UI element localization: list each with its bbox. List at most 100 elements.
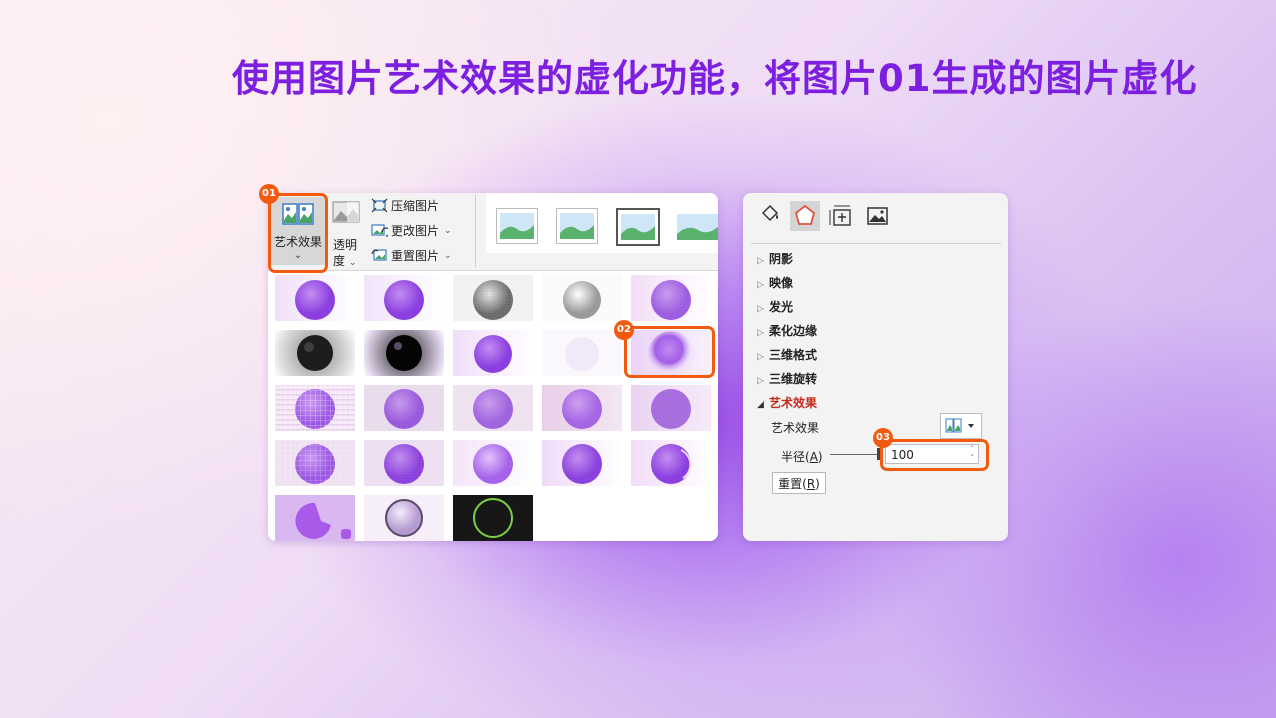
art-effect-cement[interactable] [631,440,711,486]
radius-slider-track[interactable] [830,454,882,455]
expand-triangle-icon: ▷ [757,328,764,338]
size-properties-tab[interactable] [826,201,856,231]
effect-preview [473,444,513,484]
section-shadow[interactable]: ▷ 阴影 [757,250,793,267]
expand-triangle-icon: ▷ [757,280,764,290]
section-3d-format[interactable]: ▷ 三维格式 [757,346,817,363]
art-effect-film-grain[interactable] [542,385,622,431]
collapse-triangle-icon: ◢ [757,400,764,410]
art-effect-crisscross[interactable] [275,440,355,486]
radius-label: 半径(A) [781,450,823,464]
picture-format-ribbon: 艺术效果 ⌄ 透明 度 ⌄ 压缩图片 更改图片 ⌄ 重置图片 ⌄ [268,193,718,271]
effect-preview [384,444,424,484]
effect-preview [385,499,423,537]
art-effect-glass[interactable] [542,440,622,486]
format-picture-pane: ▷ 阴影 ▷ 映像 ▷ 发光 ▷ 柔化边缘 ▷ 三维格式 ▷ 三维旋转 ◢ 艺术效果 艺术效果… [743,193,1008,541]
art-effect-mosaic[interactable] [631,385,711,431]
picture-styles-gallery [486,193,718,253]
effect-preview [474,335,512,373]
chevron-down-icon: ⌄ [444,225,452,236]
picture-style-3[interactable] [616,208,660,246]
picture-style-icon [621,214,655,240]
effect-preview [384,280,424,320]
change-picture-button[interactable]: 更改图片 ⌄ [371,222,452,242]
step-highlight-3 [880,439,989,471]
ribbon-divider [475,195,476,267]
transparency-button[interactable]: 透明 度 ⌄ [329,197,365,268]
section-3d-rotation[interactable]: ▷ 三维旋转 [757,370,817,387]
transparency-label: 透明 [333,238,358,252]
compress-icon [371,198,388,213]
section-reflection[interactable]: ▷ 映像 [757,274,793,291]
art-effects-panel: 艺术效果 ⌄ 透明 度 ⌄ 压缩图片 更改图片 ⌄ 重置图片 ⌄ [268,193,718,541]
art-effect-glow-edges[interactable] [453,495,533,541]
chevron-down-icon: ⌄ [444,250,452,261]
artistic-effect-label: 艺术效果 [771,421,820,435]
reset-picture-button[interactable]: 重置图片 ⌄ [371,247,452,267]
effect-preview [386,335,422,371]
step-badge-3: 03 [873,428,893,448]
art-effect-none[interactable] [275,275,355,321]
effect-preview [473,498,513,538]
paint-bucket-icon [761,204,779,222]
effect-preview [565,337,599,371]
art-effect-line-drawing[interactable] [631,275,711,321]
art-effect-pencil-sketch[interactable] [542,275,622,321]
art-effect-cutout[interactable] [453,385,533,431]
effect-preview [297,335,333,371]
art-effect-marker[interactable] [364,275,444,321]
art-effect-pastels[interactable] [364,495,444,541]
effects-tab[interactable] [790,201,820,231]
picture-style-icon [677,214,718,240]
fill-line-tab[interactable] [755,201,785,231]
art-effect-photocopy[interactable] [275,495,355,541]
effect-preview [384,389,424,429]
art-effects-icon [945,418,974,433]
effect-preview [563,281,601,319]
art-effect-watercolor[interactable] [364,385,444,431]
art-effects-gallery [272,273,714,541]
step-badge-2: 02 [614,320,634,340]
effect-preview [275,440,355,486]
picture-icon [867,207,888,225]
reset-picture-icon [371,249,387,261]
art-effect-light-screen[interactable] [275,385,355,431]
picture-style-4[interactable] [674,208,718,242]
effect-preview [295,280,335,320]
picture-style-icon [560,213,594,239]
step-highlight-2 [624,326,715,378]
art-effect-texturizer[interactable] [364,440,444,486]
effect-preview [295,502,351,539]
section-artistic-effects[interactable]: ◢ 艺术效果 [757,394,817,411]
effect-preview [651,389,691,429]
picture-style-2[interactable] [556,208,598,244]
section-glow[interactable]: ▷ 发光 [757,298,793,315]
art-effect-plastic-wrap[interactable] [453,440,533,486]
art-effect-paint-strokes[interactable] [364,330,444,376]
art-effect-chalk-sketch[interactable] [275,330,355,376]
expand-triangle-icon: ▷ [757,304,764,314]
page-title: 使用图片艺术效果的虚化功能，将图片01生成的图片虚化 [232,57,1198,100]
artistic-effect-dropdown[interactable] [940,413,982,439]
pane-tab-bar [753,201,993,233]
change-picture-icon [371,224,388,237]
picture-style-1[interactable] [496,208,538,244]
effect-preview [275,385,355,431]
step-highlight-1 [268,193,328,273]
expand-triangle-icon: ▷ [757,256,764,266]
compress-pictures-button[interactable]: 压缩图片 [371,197,439,217]
art-effect-pencil-grayscale[interactable] [453,275,533,321]
step-badge-1: 01 [259,184,279,204]
effect-preview [562,389,602,429]
section-soft-edges[interactable]: ▷ 柔化边缘 [757,322,817,339]
effect-preview [562,444,602,484]
expand-triangle-icon: ▷ [757,352,764,362]
expand-triangle-icon: ▷ [757,376,764,386]
art-effect-paint-brush[interactable] [453,330,533,376]
effect-preview [651,280,691,320]
art-effect-glow-diffused[interactable] [542,330,622,376]
pane-divider [751,243,1001,244]
chevron-down-icon: ⌄ [348,258,357,268]
reset-button[interactable]: 重置(R) [772,472,826,494]
picture-tab[interactable] [862,201,892,231]
